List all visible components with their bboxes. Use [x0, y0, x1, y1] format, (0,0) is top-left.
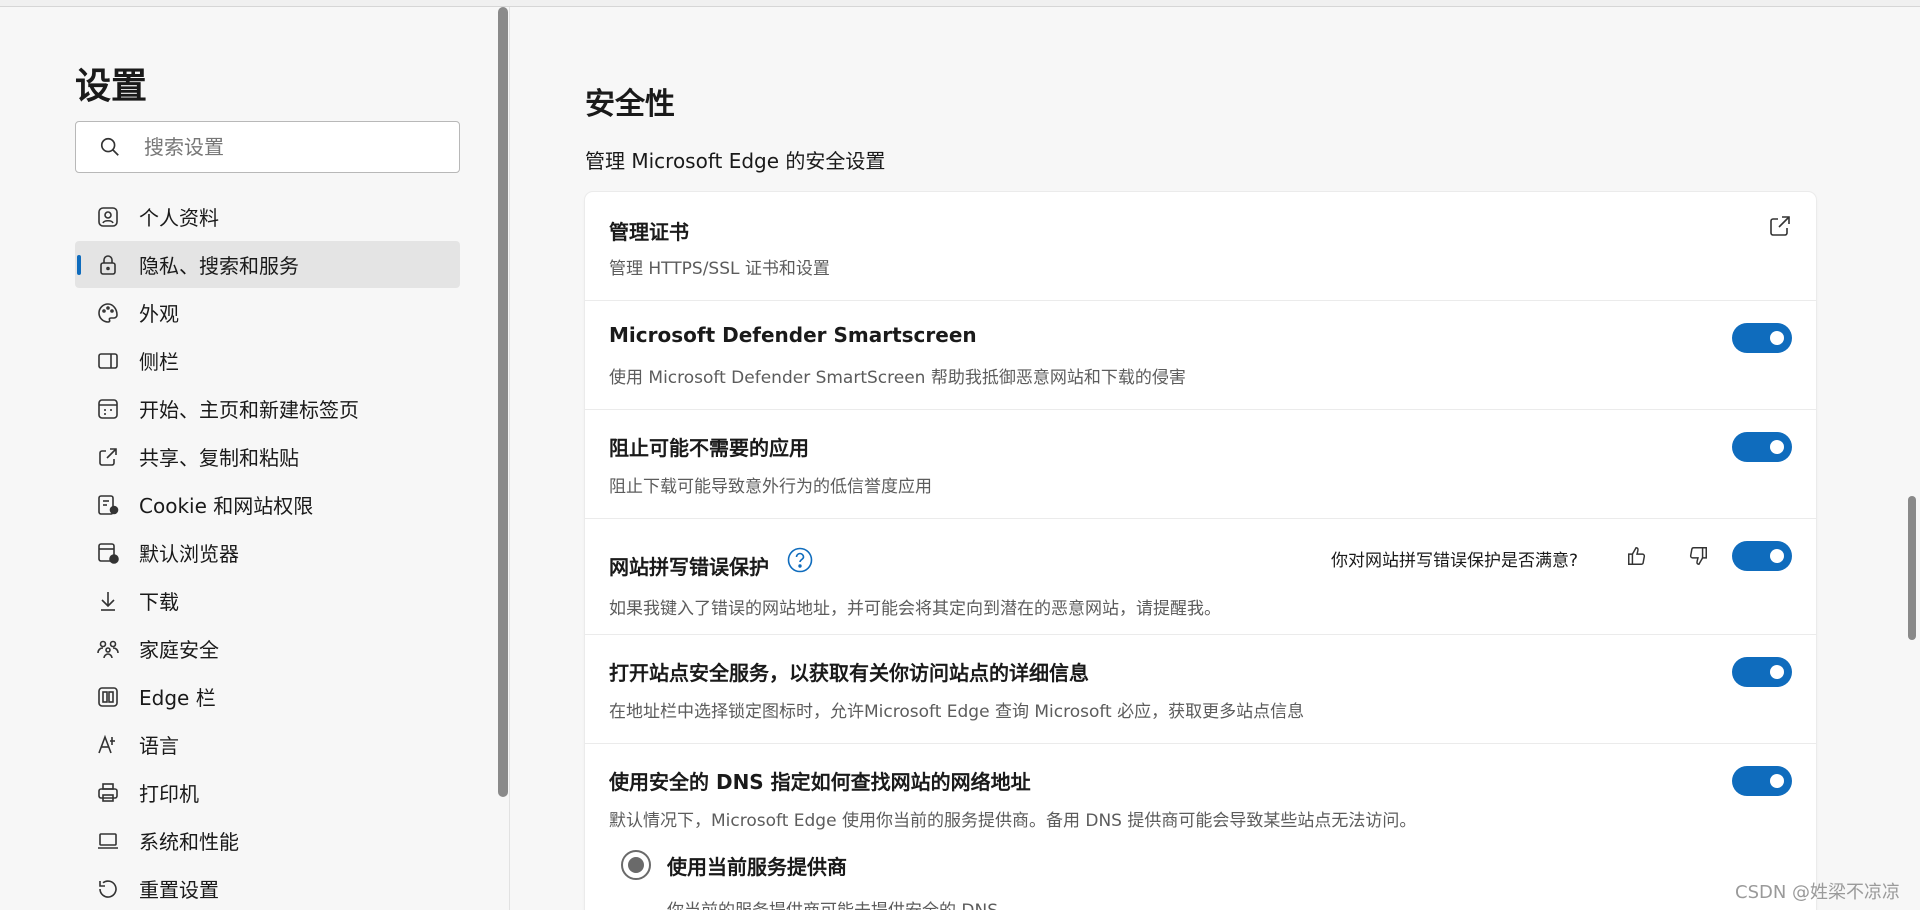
sidebar-scrollbar-thumb[interactable]	[498, 7, 508, 797]
sidebar-item-label: Edge 栏	[139, 686, 216, 710]
sidebar-item-appearance[interactable]: 外观	[75, 289, 460, 336]
radio-button[interactable]	[621, 850, 651, 880]
sidebar-scrollbar[interactable]	[497, 7, 509, 910]
setting-title: Microsoft Defender Smartscreen	[609, 323, 977, 347]
setting-row-smartscreen: Microsoft Defender Smartscreen 使用 Micros…	[585, 301, 1816, 410]
setting-row-site-safety: 打开站点安全服务，以获取有关你访问站点的详细信息 在地址栏中选择锁定图标时，允许…	[585, 635, 1816, 744]
toggle-knob	[1770, 665, 1784, 679]
site-safety-toggle[interactable]	[1732, 657, 1792, 687]
thumbs-up-icon[interactable]	[1623, 542, 1651, 570]
sidebar-item-label: 共享、复制和粘贴	[139, 446, 299, 470]
sidebar-item-label: 侧栏	[139, 350, 179, 374]
security-card: 管理证书 管理 HTTPS/SSL 证书和设置 Microsoft Defend…	[585, 192, 1816, 910]
thumbs-down-icon[interactable]	[1684, 542, 1712, 570]
newtab-icon	[95, 396, 121, 422]
setting-title: 网站拼写错误保护	[609, 555, 769, 579]
sidebar-item-language[interactable]: 语言	[75, 721, 460, 768]
toggle-knob	[1770, 774, 1784, 788]
external-link-icon[interactable]	[1768, 214, 1792, 238]
palette-icon	[95, 300, 121, 326]
settings-main: 安全性 管理 Microsoft Edge 的安全设置 管理证书 管理 HTTP…	[510, 7, 1910, 910]
sidebar-item-label: 家庭安全	[139, 638, 219, 662]
sidebar-item-label: 默认浏览器	[139, 542, 239, 566]
setting-title: 使用安全的 DNS 指定如何查找网站的网络地址	[609, 770, 1031, 794]
secure-dns-toggle[interactable]	[1732, 766, 1792, 796]
toggle-knob	[1770, 331, 1784, 345]
family-icon	[95, 636, 121, 662]
radio-label: 使用当前服务提供商	[667, 854, 847, 879]
edgebar-icon	[95, 684, 121, 710]
setting-title: 打开站点安全服务，以获取有关你访问站点的详细信息	[609, 661, 1089, 685]
sidebar-item-printers[interactable]: 打印机	[75, 769, 460, 816]
radio-current-provider[interactable]: 使用当前服务提供商	[621, 850, 847, 880]
setting-description: 使用 Microsoft Defender SmartScreen 帮助我抵御恶…	[609, 368, 1186, 388]
sidebar-item-sidebar[interactable]: 侧栏	[75, 337, 460, 384]
page-title: 安全性	[585, 87, 675, 122]
share-icon	[95, 444, 121, 470]
sidebar-item-edge-bar[interactable]: Edge 栏	[75, 673, 460, 720]
sidebar-item-label: 语言	[139, 734, 179, 758]
radio-dot	[628, 857, 644, 873]
sidebar-item-label: 系统和性能	[139, 830, 239, 854]
watermark: CSDN @姓梁不凉凉	[1735, 882, 1901, 903]
help-icon[interactable]	[787, 547, 813, 573]
sidebar-item-system[interactable]: 系统和性能	[75, 817, 460, 864]
sidebar-item-label: Cookie 和网站权限	[139, 494, 314, 518]
search-input[interactable]	[144, 135, 444, 159]
setting-description: 在地址栏中选择锁定图标时，允许Microsoft Edge 查询 Microso…	[609, 702, 1305, 722]
sidebar-item-downloads[interactable]: 下载	[75, 577, 460, 624]
setting-row-manage-certificates[interactable]: 管理证书 管理 HTTPS/SSL 证书和设置	[585, 192, 1816, 301]
language-icon	[95, 732, 121, 758]
setting-title: 阻止可能不需要的应用	[609, 436, 809, 460]
search-box[interactable]	[75, 121, 460, 173]
sidebar-item-label: 下载	[139, 590, 179, 614]
reset-icon	[95, 876, 121, 902]
sidebar-item-family[interactable]: 家庭安全	[75, 625, 460, 672]
sidebar-item-share[interactable]: 共享、复制和粘贴	[75, 433, 460, 480]
setting-description: 如果我键入了错误的网站地址，并可能会将其定向到潜在的恶意网站，请提醒我。	[609, 599, 1221, 619]
block-pua-toggle[interactable]	[1732, 432, 1792, 462]
profile-icon	[95, 204, 121, 230]
feedback-question: 你对网站拼写错误保护是否满意?	[1331, 551, 1579, 571]
setting-row-secure-dns: 使用安全的 DNS 指定如何查找网站的网络地址 默认情况下，Microsoft …	[585, 744, 1816, 910]
typosquatting-toggle[interactable]	[1732, 541, 1792, 571]
smartscreen-toggle[interactable]	[1732, 323, 1792, 353]
search-icon	[98, 135, 122, 159]
window-top-bar	[0, 0, 1920, 7]
toggle-knob	[1770, 549, 1784, 563]
sidebar-icon	[95, 348, 121, 374]
settings-sidebar: 设置 个人资料 隐私、搜索和服务 外观 侧栏 开始、主页和新建标签页	[0, 7, 508, 910]
sidebar-title: 设置	[75, 66, 148, 107]
setting-row-typosquatting: 网站拼写错误保护 你对网站拼写错误保护是否满意? 如果我键入了错误的网站地址，并…	[585, 519, 1816, 635]
download-icon	[95, 588, 121, 614]
setting-description: 管理 HTTPS/SSL 证书和设置	[609, 259, 830, 279]
setting-description: 默认情况下，Microsoft Edge 使用你当前的服务提供商。备用 DNS …	[609, 811, 1417, 831]
sidebar-nav: 个人资料 隐私、搜索和服务 外观 侧栏 开始、主页和新建标签页 共享、复制和粘贴…	[75, 193, 460, 910]
sidebar-item-label: 开始、主页和新建标签页	[139, 398, 359, 422]
radio-description: 你当前的服务提供商可能未提供安全的 DNS	[667, 896, 998, 910]
lock-icon	[95, 252, 121, 278]
sidebar-item-cookies[interactable]: Cookie 和网站权限	[75, 481, 460, 528]
sidebar-item-privacy[interactable]: 隐私、搜索和服务	[75, 241, 460, 288]
sidebar-item-start-home[interactable]: 开始、主页和新建标签页	[75, 385, 460, 432]
sidebar-item-profile[interactable]: 个人资料	[75, 193, 460, 240]
setting-row-block-pua: 阻止可能不需要的应用 阻止下载可能导致意外行为的低信誉度应用	[585, 410, 1816, 519]
sidebar-item-label: 个人资料	[139, 206, 219, 230]
sidebar-item-default-browser[interactable]: 默认浏览器	[75, 529, 460, 576]
cookie-icon	[95, 492, 121, 518]
setting-title: 管理证书	[609, 220, 689, 244]
browser-icon	[95, 540, 121, 566]
printer-icon	[95, 780, 121, 806]
sidebar-item-label: 隐私、搜索和服务	[139, 254, 299, 278]
main-scrollbar-thumb[interactable]	[1908, 496, 1916, 640]
setting-description: 阻止下载可能导致意外行为的低信誉度应用	[609, 477, 932, 497]
sidebar-item-label: 外观	[139, 302, 179, 326]
toggle-knob	[1770, 440, 1784, 454]
sidebar-item-label: 重置设置	[139, 878, 219, 902]
page-subtitle: 管理 Microsoft Edge 的安全设置	[585, 149, 886, 173]
laptop-icon	[95, 828, 121, 854]
sidebar-item-label: 打印机	[139, 782, 199, 806]
sidebar-item-reset[interactable]: 重置设置	[75, 865, 460, 910]
